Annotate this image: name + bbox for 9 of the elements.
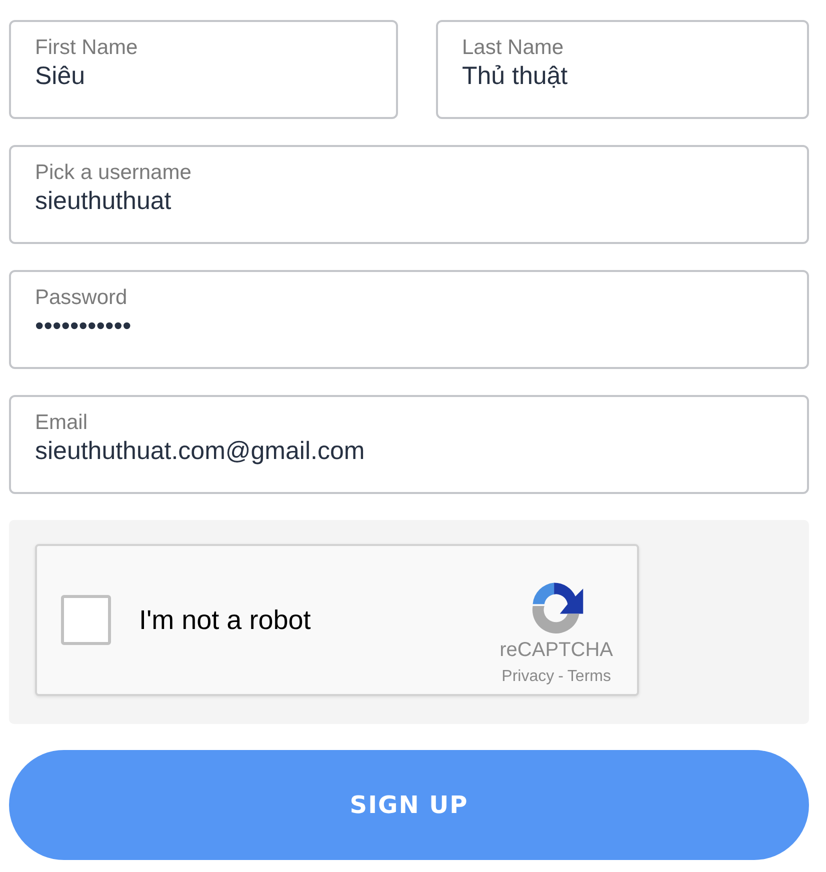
input-field[interactable]: Email sieuthuthuat.com@gmail.com (9, 395, 809, 494)
captcha-label: I'm not a robot (139, 604, 312, 636)
input-field[interactable]: Pick a username sieuthuthuat (9, 145, 809, 244)
separator-text: - (558, 668, 564, 686)
checkbox[interactable] (61, 595, 111, 645)
input-field[interactable]: Last Name Thủ thuật (436, 20, 809, 119)
input-field[interactable]: First Name Siêu (9, 20, 398, 119)
captcha-brand: reCAPTCHA (500, 638, 613, 662)
input-field[interactable]: Password ••••••••••• (9, 270, 809, 369)
